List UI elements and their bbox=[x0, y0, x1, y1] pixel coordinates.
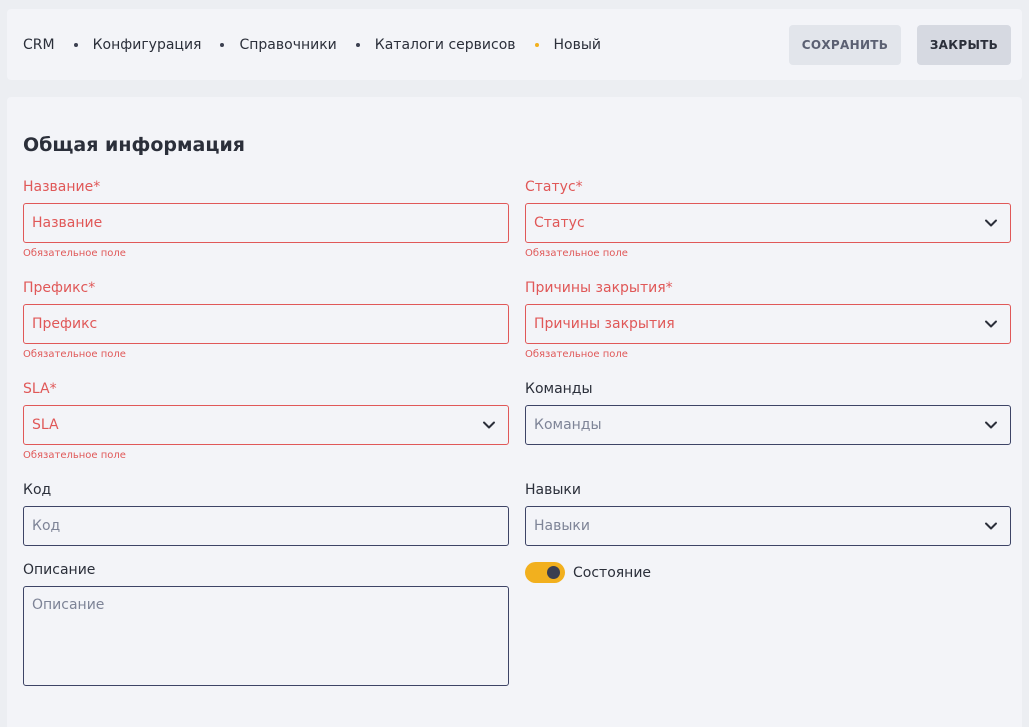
description-textarea[interactable] bbox=[32, 597, 508, 677]
breadcrumb-label: Каталоги сервисов bbox=[374, 36, 516, 53]
breadcrumb: CRM Конфигурация Справочники Каталоги се… bbox=[23, 9, 601, 80]
chevron-down-icon[interactable] bbox=[984, 216, 998, 230]
chevron-down-icon[interactable] bbox=[984, 519, 998, 533]
sla-select[interactable]: SLA bbox=[23, 405, 509, 445]
breadcrumb-label: Новый bbox=[553, 36, 602, 53]
description-field: Описание bbox=[23, 562, 509, 686]
close-reasons-label: Причины закрытия* bbox=[525, 280, 673, 296]
status-placeholder: Статус bbox=[534, 215, 585, 231]
prefix-label: Префикс* bbox=[23, 280, 96, 296]
close-button[interactable]: ЗАКРЫТЬ bbox=[917, 25, 1011, 65]
section-title: Общая информация bbox=[23, 134, 245, 156]
close-reasons-field: Причины закрытия* Причины закрытия Обяза… bbox=[525, 280, 1011, 362]
close-reasons-required-hint: Обязательное поле bbox=[525, 349, 628, 360]
chevron-down-icon[interactable] bbox=[482, 418, 496, 432]
skills-label: Навыки bbox=[525, 482, 581, 498]
skills-select[interactable]: Навыки bbox=[525, 506, 1011, 546]
save-button[interactable]: СОХРАНИТЬ bbox=[789, 25, 901, 65]
teams-placeholder: Команды bbox=[534, 417, 602, 433]
sla-required-hint: Обязательное поле bbox=[23, 450, 126, 461]
breadcrumb-separator-icon bbox=[220, 42, 225, 47]
prefix-field: Префикс* Обязательное поле bbox=[23, 280, 509, 362]
name-field: Название* Обязательное поле bbox=[23, 179, 509, 261]
breadcrumb-current-dot-icon bbox=[534, 42, 539, 47]
sla-field: SLA* SLA Обязательное поле bbox=[23, 381, 509, 463]
description-control bbox=[23, 586, 509, 686]
code-field: Код bbox=[23, 482, 509, 546]
teams-select[interactable]: Команды bbox=[525, 405, 1011, 445]
status-select[interactable]: Статус bbox=[525, 203, 1011, 243]
sla-placeholder: SLA bbox=[32, 417, 59, 433]
name-label: Название* bbox=[23, 179, 101, 195]
breadcrumb-label: Конфигурация bbox=[92, 36, 202, 53]
top-bar: CRM Конфигурация Справочники Каталоги се… bbox=[7, 9, 1022, 80]
breadcrumb-label: Справочники bbox=[239, 36, 337, 53]
close-reasons-placeholder: Причины закрытия bbox=[534, 316, 675, 332]
toggle-knob bbox=[547, 566, 560, 579]
close-reasons-select[interactable]: Причины закрытия bbox=[525, 304, 1011, 344]
prefix-input[interactable] bbox=[32, 316, 508, 332]
sla-label: SLA* bbox=[23, 381, 57, 397]
name-input[interactable] bbox=[32, 215, 508, 231]
chevron-down-icon[interactable] bbox=[984, 317, 998, 331]
skills-placeholder: Навыки bbox=[534, 518, 590, 534]
state-toggle-label: Состояние bbox=[573, 564, 652, 581]
form-panel: Общая информация Название* Обязательное … bbox=[7, 97, 1022, 727]
breadcrumb-item-current: Новый bbox=[516, 36, 602, 53]
status-field: Статус* Статус Обязательное поле bbox=[525, 179, 1011, 261]
breadcrumb-item-crm[interactable]: CRM bbox=[23, 37, 55, 53]
status-required-hint: Обязательное поле bbox=[525, 248, 628, 259]
name-control bbox=[23, 203, 509, 243]
breadcrumb-separator-icon bbox=[355, 42, 360, 47]
name-required-hint: Обязательное поле bbox=[23, 248, 126, 259]
chevron-down-icon[interactable] bbox=[984, 418, 998, 432]
code-label: Код bbox=[23, 482, 52, 498]
state-toggle-row: Состояние bbox=[525, 562, 651, 583]
breadcrumb-item-service-catalogs[interactable]: Каталоги сервисов bbox=[337, 37, 516, 53]
breadcrumb-label: CRM bbox=[23, 36, 55, 53]
breadcrumb-item-directories[interactable]: Справочники bbox=[201, 36, 337, 53]
description-label: Описание bbox=[23, 562, 96, 578]
state-toggle[interactable] bbox=[525, 562, 565, 583]
code-input[interactable] bbox=[32, 518, 508, 534]
breadcrumb-item-configuration[interactable]: Конфигурация bbox=[55, 36, 202, 53]
prefix-required-hint: Обязательное поле bbox=[23, 349, 126, 360]
teams-label: Команды bbox=[525, 381, 593, 397]
breadcrumb-separator-icon bbox=[73, 42, 78, 47]
prefix-control bbox=[23, 304, 509, 344]
teams-field: Команды Команды bbox=[525, 381, 1011, 445]
code-control bbox=[23, 506, 509, 546]
skills-field: Навыки Навыки bbox=[525, 482, 1011, 546]
status-label: Статус* bbox=[525, 179, 583, 195]
